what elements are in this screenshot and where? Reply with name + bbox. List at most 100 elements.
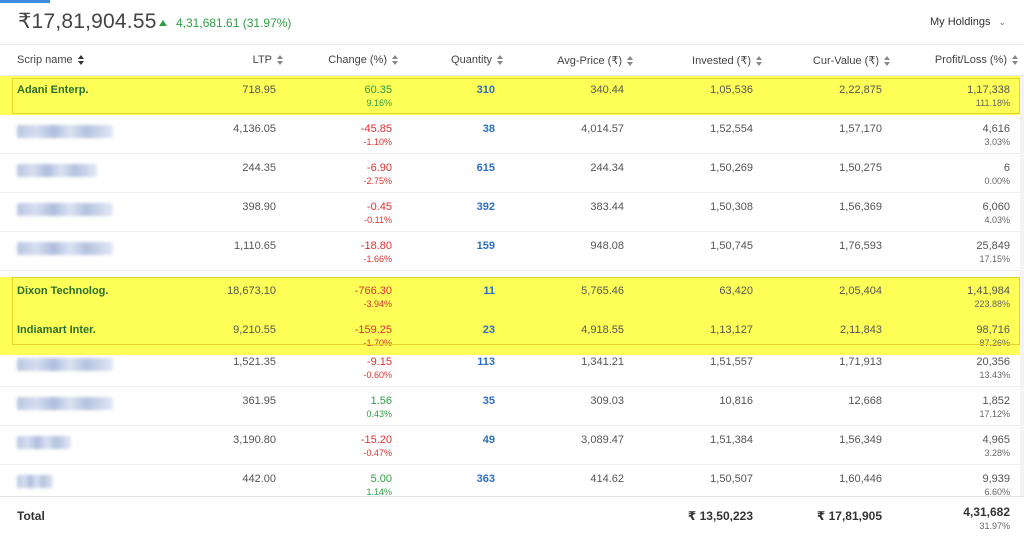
- sort-icon: [391, 55, 399, 66]
- total-cur-value: ₹ 17,81,905: [816, 509, 882, 523]
- sort-icon: [1011, 55, 1019, 66]
- vertical-scrollbar[interactable]: [1020, 76, 1024, 496]
- pnl-value: 25,849: [976, 240, 1010, 252]
- change-percent: -1.10%: [363, 137, 392, 147]
- scrip-name-blurred[interactable]: [17, 203, 113, 216]
- pnl-value: 1,17,338: [967, 84, 1010, 96]
- table-row[interactable]: 4,136.05 -45.85 -1.10% 38 4,014.57 1,52,…: [0, 115, 1024, 154]
- pnl-percent: 0.00%: [984, 176, 1010, 186]
- table-row[interactable]: Adani Enterp. 718.95 60.35 9.16% 310 340…: [0, 76, 1024, 115]
- avg-price-value: 309.03: [590, 395, 624, 407]
- pnl-percent: 3.03%: [984, 137, 1010, 147]
- column-header-scrip[interactable]: Scrip name: [17, 54, 85, 66]
- avg-price-value: 383.44: [590, 201, 624, 213]
- scrip-name-blurred[interactable]: [17, 125, 113, 138]
- column-header-quantity-label: Quantity: [451, 54, 492, 66]
- change-cell: -159.25 -1.70%: [355, 324, 392, 348]
- column-header-pnl[interactable]: Profit/Loss (%): [935, 54, 1019, 66]
- table-header: Scrip name LTP Change (%) Quantity Avg-P…: [0, 44, 1024, 76]
- scrip-name-blurred[interactable]: [17, 242, 113, 255]
- change-value: -6.90: [366, 162, 392, 174]
- table-row[interactable]: 1,521.35 -9.15 -0.60% 113 1,341.21 1,51,…: [0, 348, 1024, 387]
- ltp-value: 1,521.35: [233, 356, 276, 368]
- table-row[interactable]: 244.35 -6.90 -2.75% 615 244.34 1,50,269 …: [0, 154, 1024, 193]
- change-cell: -766.30 -3.94%: [355, 285, 392, 309]
- change-cell: -9.15 -0.60%: [363, 356, 392, 380]
- column-header-ltp-label: LTP: [252, 54, 272, 66]
- sort-icon: [496, 55, 504, 66]
- avg-price-value: 3,089.47: [581, 434, 624, 446]
- scrip-name-blurred[interactable]: [17, 397, 113, 410]
- scrip-name[interactable]: Indiamart Inter.: [17, 324, 96, 336]
- quantity-value: 49: [482, 434, 495, 446]
- pnl-cell: 98,716 87.26%: [976, 324, 1010, 348]
- cur-value: 1,50,275: [839, 162, 882, 174]
- change-value: 1.56: [370, 395, 392, 407]
- column-header-change[interactable]: Change (%): [328, 54, 399, 66]
- pnl-percent: 4.03%: [984, 215, 1010, 225]
- change-cell: -6.90 -2.75%: [363, 162, 392, 186]
- column-header-quantity[interactable]: Quantity: [451, 54, 504, 66]
- scrip-name[interactable]: Dixon Technolog.: [17, 285, 108, 297]
- avg-price-value: 414.62: [590, 473, 624, 485]
- sort-icon: [626, 55, 634, 66]
- column-header-change-label: Change (%): [328, 54, 387, 66]
- total-pnl-cell: 4,31,682 31.97%: [963, 505, 1010, 531]
- scrip-name-blurred[interactable]: [17, 475, 53, 488]
- change-cell: 60.35 9.16%: [364, 84, 392, 108]
- pnl-percent: 111.18%: [975, 98, 1010, 108]
- change-percent: -0.11%: [364, 215, 392, 225]
- table-row[interactable]: 1,110.65 -18.80 -1.66% 159 948.08 1,50,7…: [0, 232, 1024, 271]
- holdings-dropdown[interactable]: My Holdings ⌄: [930, 12, 1006, 32]
- table-row[interactable]: Dixon Technolog. 18,673.10 -766.30 -3.94…: [0, 277, 1024, 316]
- pnl-percent: 17.15%: [979, 254, 1010, 264]
- ltp-value: 1,110.65: [233, 240, 276, 252]
- scrip-name-blurred[interactable]: [17, 436, 71, 449]
- change-value: -766.30: [354, 285, 392, 297]
- invested-value: 1,50,269: [710, 162, 753, 174]
- sort-icon: [883, 55, 891, 66]
- pnl-value: 9,939: [982, 473, 1010, 485]
- pnl-value: 6: [1003, 162, 1010, 174]
- avg-price-value: 1,341.21: [581, 356, 624, 368]
- pnl-cell: 1,41,984 223.88%: [967, 285, 1010, 309]
- change-percent: -1.66%: [363, 254, 392, 264]
- change-value: -15.20: [360, 434, 392, 446]
- column-header-avg-price[interactable]: Avg-Price (₹): [557, 54, 634, 67]
- change-value: -159.25: [354, 324, 392, 336]
- change-cell: -18.80 -1.66%: [361, 240, 392, 264]
- pnl-cell: 6 0.00%: [984, 162, 1010, 186]
- column-header-pnl-label: Profit/Loss (%): [934, 54, 1007, 66]
- table-row[interactable]: 398.90 -0.45 -0.11% 392 383.44 1,50,308 …: [0, 193, 1024, 232]
- avg-price-value: 5,765.46: [581, 285, 624, 297]
- total-pnl-percent: 31.97%: [979, 521, 1010, 531]
- table-row[interactable]: 3,190.80 -15.20 -0.47% 49 3,089.47 1,51,…: [0, 426, 1024, 465]
- invested-value: 1,05,536: [710, 84, 753, 96]
- quantity-value: 11: [483, 285, 495, 297]
- total-invested: ₹ 13,50,223: [687, 509, 753, 523]
- pnl-value: 20,356: [976, 356, 1010, 368]
- scrip-name-blurred[interactable]: [17, 164, 97, 177]
- change-value: 5.00: [370, 473, 392, 485]
- column-header-cur-value[interactable]: Cur-Value (₹): [813, 54, 891, 67]
- ltp-value: 361.95: [242, 395, 276, 407]
- scrip-name-blurred[interactable]: [17, 358, 113, 371]
- pnl-value: 1,852: [982, 395, 1010, 407]
- column-header-cur-value-label: Cur-Value (₹): [812, 55, 879, 67]
- change-cell: 5.00 1.14%: [366, 473, 392, 497]
- change-percent: -0.47%: [363, 448, 392, 458]
- pnl-cell: 4,616 3.03%: [982, 123, 1010, 147]
- column-header-invested[interactable]: Invested (₹): [692, 54, 763, 67]
- quantity-value: 159: [476, 240, 495, 252]
- pnl-percent: 13.43%: [979, 370, 1010, 380]
- column-header-ltp[interactable]: LTP: [253, 54, 284, 66]
- portfolio-header: ₹17,81,904.55 4,31,681.61 (31.97%) My Ho…: [0, 0, 1024, 44]
- invested-value: 1,50,745: [710, 240, 753, 252]
- pnl-value: 6,060: [982, 201, 1010, 213]
- totals-label: Total: [17, 509, 45, 523]
- table-row[interactable]: 361.95 1.56 0.43% 35 309.03 10,816 12,66…: [0, 387, 1024, 426]
- change-cell: -45.85 -1.10%: [361, 123, 392, 147]
- quantity-value: 38: [482, 123, 495, 135]
- scrip-name[interactable]: Adani Enterp.: [17, 84, 89, 96]
- day-pnl: 4,31,681.61 (31.97%): [159, 16, 291, 30]
